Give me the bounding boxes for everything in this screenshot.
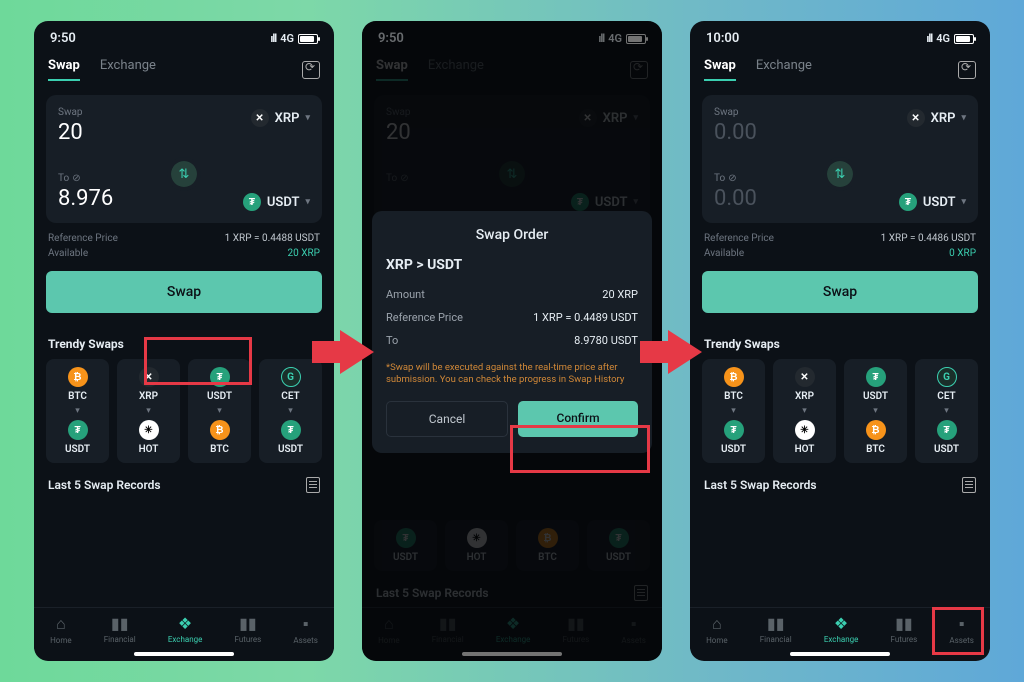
to-coin-label: USDT bbox=[267, 195, 300, 210]
swap-direction-button[interactable]: ⇅ bbox=[167, 157, 201, 191]
nav-futures[interactable]: ▮▮Futures bbox=[891, 614, 918, 645]
nav-financial[interactable]: ▮▮Financial bbox=[104, 614, 136, 645]
status-time: 10:00 bbox=[706, 31, 739, 46]
modal-pair: XRP > USDT bbox=[386, 257, 638, 273]
trendy-title: Trendy Swaps bbox=[690, 323, 990, 359]
nav-assets[interactable]: ▪Assets bbox=[949, 614, 973, 645]
nav-home[interactable]: ⌂Home bbox=[50, 614, 72, 645]
trendy-item[interactable]: ₿BTC▾₮USDT bbox=[702, 359, 765, 463]
phone-screen-1: 9:50 4G Swap Exchange Swap 20 ✕ XRP ▾ ⇅ … bbox=[34, 21, 334, 661]
network-label: 4G bbox=[936, 32, 950, 45]
nav-exchange[interactable]: ❖Exchange bbox=[824, 614, 859, 645]
network-label: 4G bbox=[280, 32, 294, 45]
swap-card: Swap 20 ✕ XRP ▾ ⇅ To⊘ 8.976 ₮ USDT ▾ bbox=[46, 95, 322, 223]
chevron-down-icon: ▾ bbox=[961, 197, 966, 207]
signal-icon bbox=[270, 32, 276, 45]
reference-price-row: Reference Price1 XRP = 0.4488 USDT bbox=[34, 231, 334, 246]
trendy-item[interactable]: ₮USDT▾₿BTC bbox=[188, 359, 251, 463]
signal-icon bbox=[926, 32, 932, 45]
top-tabs: Swap Exchange bbox=[34, 50, 334, 87]
trendy-item[interactable]: ✕XRP▾✳HOT bbox=[773, 359, 836, 463]
nav-futures[interactable]: ▮▮Futures bbox=[235, 614, 262, 645]
battery-icon bbox=[298, 34, 318, 44]
records-header: Last 5 Swap Records bbox=[690, 463, 990, 499]
flow-arrow-icon bbox=[340, 330, 374, 374]
available-row: Available0 XRP bbox=[690, 246, 990, 261]
xrp-icon: ✕ bbox=[907, 109, 925, 127]
modal-row-to: To8.9780 USDT bbox=[386, 329, 638, 352]
modal-note: *Swap will be executed against the real-… bbox=[386, 362, 638, 387]
status-right: 4G bbox=[270, 31, 318, 46]
cancel-button[interactable]: Cancel bbox=[386, 401, 508, 437]
from-coin-label: XRP bbox=[275, 111, 300, 126]
nav-exchange[interactable]: ❖Exchange bbox=[168, 614, 203, 645]
tab-exchange[interactable]: Exchange bbox=[100, 58, 156, 81]
home-indicator[interactable] bbox=[790, 652, 890, 656]
top-tabs: Swap Exchange bbox=[690, 50, 990, 87]
to-coin-select[interactable]: ₮ USDT ▾ bbox=[243, 193, 310, 211]
records-header: Last 5 Swap Records bbox=[34, 463, 334, 499]
status-bar: 9:50 4G bbox=[34, 21, 334, 50]
bottom-nav: ⌂Home ▮▮Financial ❖Exchange ▮▮Futures ▪A… bbox=[34, 607, 334, 649]
xrp-icon: ✕ bbox=[251, 109, 269, 127]
trendy-grid: ₿BTC▾₮USDT ✕XRP▾✳HOT ₮USDT▾₿BTC GCET▾₮US… bbox=[690, 359, 990, 463]
chevron-down-icon: ▾ bbox=[305, 113, 310, 123]
to-coin-label: USDT bbox=[923, 195, 956, 210]
history-icon[interactable] bbox=[958, 61, 976, 79]
tab-exchange[interactable]: Exchange bbox=[756, 58, 812, 81]
trendy-item[interactable]: GCET▾₮USDT bbox=[915, 359, 978, 463]
document-icon[interactable] bbox=[306, 477, 320, 493]
from-coin-label: XRP bbox=[931, 111, 956, 126]
chevron-down-icon: ▾ bbox=[961, 113, 966, 123]
trendy-item[interactable]: ₮USDT▾₿BTC bbox=[844, 359, 907, 463]
modal-row-ref: Reference Price1 XRP = 0.4489 USDT bbox=[386, 306, 638, 329]
tab-swap[interactable]: Swap bbox=[704, 58, 736, 81]
trendy-item[interactable]: ✕XRP▾✳HOT bbox=[117, 359, 180, 463]
status-bar: 10:00 4G bbox=[690, 21, 990, 50]
swap-direction-button[interactable]: ⇅ bbox=[823, 157, 857, 191]
nav-financial[interactable]: ▮▮Financial bbox=[760, 614, 792, 645]
reference-price-row: Reference Price1 XRP = 0.4486 USDT bbox=[690, 231, 990, 246]
from-coin-select[interactable]: ✕ XRP ▾ bbox=[251, 109, 310, 127]
status-right: 4G bbox=[926, 31, 974, 46]
modal-title: Swap Order bbox=[386, 227, 638, 243]
from-coin-select[interactable]: ✕ XRP ▾ bbox=[907, 109, 966, 127]
confirm-button[interactable]: Confirm bbox=[518, 401, 638, 437]
trendy-title: Trendy Swaps bbox=[34, 323, 334, 359]
swap-button[interactable]: Swap bbox=[46, 271, 322, 313]
history-icon[interactable] bbox=[302, 61, 320, 79]
bottom-nav: ⌂Home ▮▮Financial ❖Exchange ▮▮Futures ▪A… bbox=[690, 607, 990, 649]
battery-icon bbox=[954, 34, 974, 44]
chevron-down-icon: ▾ bbox=[305, 197, 310, 207]
trendy-grid: ₿BTC▾₮USDT ✕XRP▾✳HOT ₮USDT▾₿BTC GCET▾₮US… bbox=[34, 359, 334, 463]
usdt-icon: ₮ bbox=[899, 193, 917, 211]
nav-home[interactable]: ⌂Home bbox=[706, 614, 728, 645]
document-icon[interactable] bbox=[962, 477, 976, 493]
nav-assets[interactable]: ▪Assets bbox=[293, 614, 317, 645]
status-time: 9:50 bbox=[50, 31, 76, 46]
swap-order-modal: Swap Order XRP > USDT Amount20 XRP Refer… bbox=[372, 211, 652, 453]
tab-swap[interactable]: Swap bbox=[48, 58, 80, 81]
home-indicator[interactable] bbox=[134, 652, 234, 656]
usdt-icon: ₮ bbox=[243, 193, 261, 211]
flow-arrow-icon bbox=[668, 330, 702, 374]
swap-button[interactable]: Swap bbox=[702, 271, 978, 313]
to-coin-select[interactable]: ₮ USDT ▾ bbox=[899, 193, 966, 211]
swap-card: Swap 0.00 ✕ XRP ▾ ⇅ To⊘ 0.00 ₮ USDT ▾ bbox=[702, 95, 978, 223]
phone-screen-2: 9:50 4G Swap Exchange Swap 20 ✕XRP▾ ⇅ To… bbox=[362, 21, 662, 661]
phone-screen-3: 10:00 4G Swap Exchange Swap 0.00 ✕ XRP ▾… bbox=[690, 21, 990, 661]
modal-row-amount: Amount20 XRP bbox=[386, 283, 638, 306]
available-row: Available20 XRP bbox=[34, 246, 334, 261]
trendy-item[interactable]: GCET▾₮USDT bbox=[259, 359, 322, 463]
trendy-item[interactable]: ₿BTC▾₮USDT bbox=[46, 359, 109, 463]
